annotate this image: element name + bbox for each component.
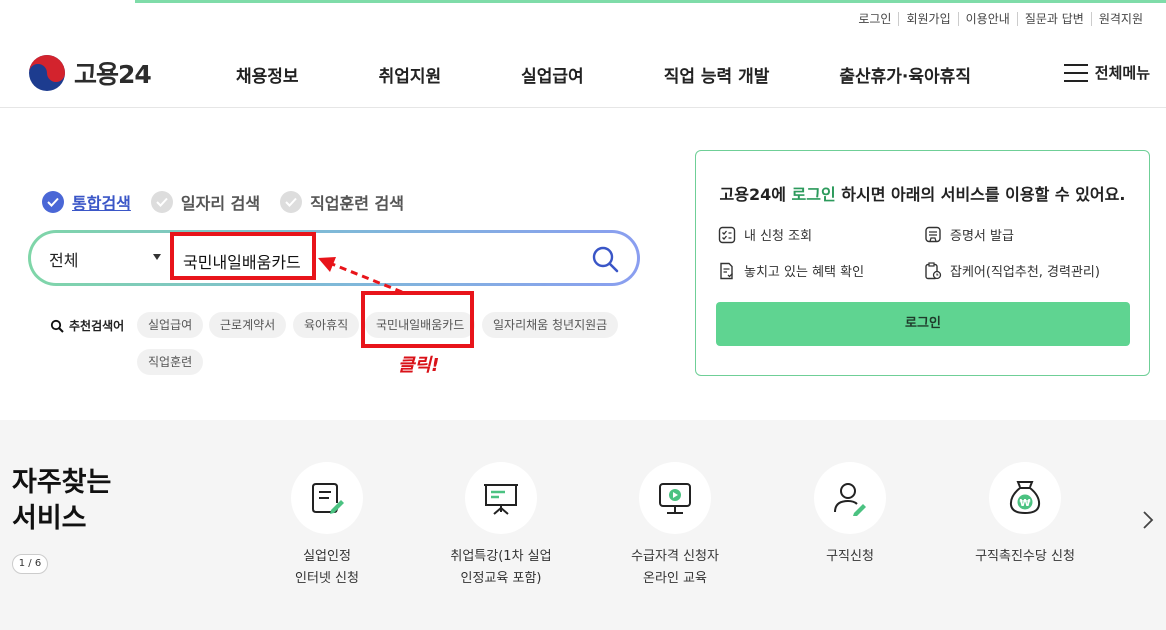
login-prompt-box: 고용24에 로그인 하시면 아래의 서비스를 이용할 수 있어요. 내 신청 조… (695, 150, 1150, 376)
document-check-icon (720, 262, 733, 279)
login-link[interactable]: 로그인 (851, 12, 898, 26)
tab-integrated-search[interactable]: 통합검색 (42, 190, 131, 214)
service-employment-lecture[interactable]: 취업특강(1차 실업 인정교육 포함) (426, 462, 576, 590)
qna-link[interactable]: 질문과 답변 (1016, 12, 1091, 26)
utility-links: 로그인 회원가입 이용안내 질문과 답변 원격지원 (851, 12, 1150, 26)
keyword-chip[interactable]: 실업급여 (137, 312, 204, 338)
tab-label: 일자리 검색 (180, 194, 261, 213)
top-accent-line (0, 0, 1166, 3)
money-bag-icon: ₩ (1009, 481, 1041, 515)
checklist-icon (718, 226, 736, 243)
monitor-play-icon (659, 483, 691, 514)
keyword-chip[interactable]: 근로계약서 (209, 312, 287, 338)
nav-employment-support[interactable]: 취업지원 (379, 62, 442, 87)
tab-label: 직업훈련 검색 (310, 194, 404, 213)
remote-support-link[interactable]: 원격지원 (1090, 12, 1150, 26)
site-logo[interactable]: 고용24 (28, 54, 152, 92)
hamburger-icon (1063, 63, 1088, 82)
keyword-chip[interactable]: 직업훈련 (137, 349, 204, 375)
service-job-promotion-allowance[interactable]: ₩ 구직촉진수당 신청 (950, 462, 1100, 568)
check-circle-icon (42, 191, 64, 213)
site-header: 고용24 채용정보 취업지원 실업급여 직업 능력 개발 출산휴가·육아휴직 전… (0, 40, 1166, 108)
highlight-box-search-input (170, 232, 316, 280)
nav-skill-development[interactable]: 직업 능력 개발 (664, 62, 770, 87)
presentation-board-icon (484, 484, 518, 515)
service-online-education[interactable]: 수급자격 신청자 온라인 교육 (600, 462, 750, 590)
recommended-label: 추천검색어 (50, 317, 124, 334)
dropdown-arrow-icon[interactable] (153, 254, 161, 260)
check-circle-icon (280, 191, 303, 213)
search-small-icon (50, 319, 64, 333)
keyword-chip[interactable]: 일자리채움 청년지원금 (482, 312, 619, 338)
signup-link[interactable]: 회원가입 (898, 12, 957, 26)
svg-text:₩: ₩ (1019, 498, 1030, 509)
taegeuk-logo-icon (29, 55, 65, 91)
login-prompt-title: 고용24에 로그인 하시면 아래의 서비스를 이용할 수 있어요. (719, 185, 1126, 204)
certificate-issue-item[interactable]: 증명서 발급 (924, 225, 1014, 244)
chevron-right-icon[interactable] (1142, 510, 1154, 530)
frequent-services-section: 자주찾는 서비스 1 / 6 실업인정 인터넷 신청 취업특강(1차 실업 인정교육… (0, 420, 1166, 630)
keyword-chip[interactable]: 육아휴직 (293, 312, 360, 338)
click-annotation: 클릭! (398, 355, 440, 376)
main-navigation: 채용정보 취업지원 실업급여 직업 능력 개발 출산휴가·육아휴직 (236, 62, 1051, 87)
search-type-tabs: 통합검색 일자리 검색 직업훈련 검색 (42, 190, 424, 214)
logo-text: 고용24 (74, 60, 152, 89)
nav-jobs[interactable]: 채용정보 (236, 62, 299, 87)
check-circle-icon (150, 191, 173, 213)
guide-link[interactable]: 이용안내 (957, 12, 1017, 26)
search-icon[interactable] (591, 245, 619, 273)
search-scope-select[interactable]: 전체 (49, 247, 78, 271)
certificate-icon (925, 226, 941, 242)
all-menu-label: 전체메뉴 (1094, 64, 1150, 82)
tab-label: 통합검색 (72, 194, 131, 213)
search-section: 통합검색 일자리 검색 직업훈련 검색 전체 국민내일배움카드 추천검색어 실업… (0, 108, 1166, 420)
clipboard-clock-icon (925, 261, 942, 279)
service-job-seeking-application[interactable]: 구직신청 (775, 462, 925, 568)
missed-benefits-item[interactable]: 놓치고 있는 혜택 확인 (718, 261, 864, 280)
login-button[interactable]: 로그인 (716, 302, 1130, 346)
nav-unemployment-benefit[interactable]: 실업급여 (521, 62, 584, 87)
jobcare-item[interactable]: 잡케어(직업추천, 경력관리) (924, 261, 1100, 280)
my-applications-item[interactable]: 내 신청 조회 (718, 225, 812, 244)
highlight-box-keyword-chip (361, 291, 474, 348)
person-pen-icon (834, 483, 866, 516)
tab-job-search[interactable]: 일자리 검색 (150, 190, 261, 214)
services-pager: 1 / 6 (12, 554, 48, 574)
nav-parental-leave[interactable]: 출산휴가·육아휴직 (839, 62, 971, 87)
tab-training-search[interactable]: 직업훈련 검색 (280, 190, 404, 214)
all-menu-button[interactable]: 전체메뉴 (1063, 62, 1150, 83)
services-title: 자주찾는 서비스 (12, 467, 112, 534)
document-pen-icon (312, 483, 344, 514)
service-unemployment-recognition[interactable]: 실업인정 인터넷 신청 (252, 462, 402, 590)
